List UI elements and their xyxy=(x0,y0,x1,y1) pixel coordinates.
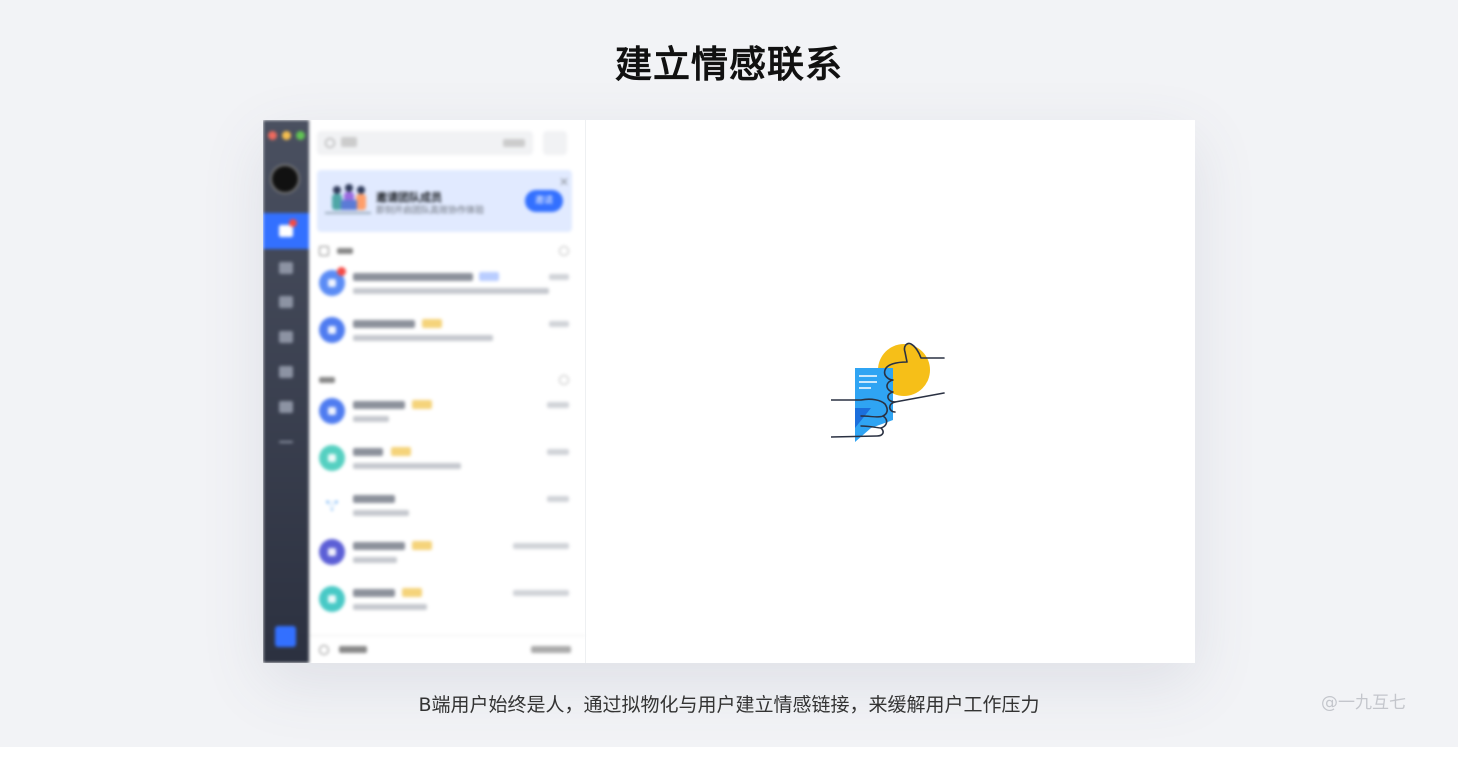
close-window-icon[interactable] xyxy=(268,131,277,140)
status-badge xyxy=(402,588,422,597)
list-item[interactable] xyxy=(317,437,573,481)
chat-time xyxy=(547,402,569,408)
maximize-window-icon[interactable] xyxy=(296,131,305,140)
sidebar-item-chat[interactable] xyxy=(263,213,309,249)
list-item[interactable] xyxy=(317,484,573,528)
search-input[interactable] xyxy=(317,131,533,155)
list-item[interactable] xyxy=(317,390,573,434)
list-item[interactable] xyxy=(317,262,573,306)
avatar xyxy=(319,539,345,565)
invite-button[interactable]: 邀请 xyxy=(525,190,563,212)
section-label xyxy=(319,377,335,383)
search-icon xyxy=(325,138,335,148)
avatar xyxy=(319,586,345,612)
list-item[interactable] xyxy=(317,578,573,622)
chat-name xyxy=(353,273,473,281)
team-illustration-icon xyxy=(325,184,371,214)
chat-time xyxy=(549,321,569,327)
chat-name xyxy=(353,589,395,597)
search-placeholder xyxy=(341,137,357,147)
status-badge xyxy=(412,400,432,409)
sidebar-item-video[interactable] xyxy=(263,250,309,286)
chat-preview xyxy=(353,288,549,294)
list-item[interactable] xyxy=(317,309,573,353)
invite-banner-subtitle: 即刻开启团队高效协作体验 xyxy=(376,206,485,216)
help-icon xyxy=(319,645,329,655)
chat-name xyxy=(353,542,405,550)
contacts-icon xyxy=(279,366,293,378)
chat-time xyxy=(549,274,569,280)
section-settings-icon[interactable] xyxy=(559,375,569,385)
chat-time xyxy=(513,590,569,596)
app-screenshot: 邀请团队成员 即刻开启团队高效协作体验 邀请 ✕ xyxy=(263,120,1195,663)
panel-divider xyxy=(585,120,586,663)
unread-badge xyxy=(337,267,346,276)
avatar xyxy=(319,317,345,343)
slide-background: 建立情感联系 邀请团队成员 即刻开启团队高效协作体验 邀请 ✕ B端用户始终是人… xyxy=(0,0,1458,747)
chat-time xyxy=(547,496,569,502)
chat-time xyxy=(547,449,569,455)
author-watermark: @一九互七 xyxy=(1321,693,1406,713)
page-title: 建立情感联系 xyxy=(615,43,843,86)
invite-banner: 邀请团队成员 即刻开启团队高效协作体验 邀请 ✕ xyxy=(317,170,572,232)
sidebar-item-calendar[interactable] xyxy=(263,284,309,320)
feishu-logo-icon xyxy=(326,501,338,511)
pin-icon xyxy=(319,246,329,256)
chat-name xyxy=(353,401,405,409)
section-header-recent[interactable] xyxy=(319,374,571,386)
avatar xyxy=(319,492,345,518)
more-icon xyxy=(279,441,293,443)
user-avatar[interactable] xyxy=(270,164,300,194)
create-button[interactable] xyxy=(543,131,567,155)
chat-list-panel: 邀请团队成员 即刻开启团队高效协作体验 邀请 ✕ xyxy=(309,120,585,663)
list-item[interactable] xyxy=(317,531,573,575)
close-icon[interactable]: ✕ xyxy=(559,176,569,188)
avatar xyxy=(319,398,345,424)
slide-caption: B端用户始终是人，通过拟物化与用户建立情感链接，来缓解用户工作压力 xyxy=(418,694,1040,716)
chat-preview xyxy=(353,604,427,610)
sidebar-item-more[interactable] xyxy=(263,424,309,460)
status-badge xyxy=(391,447,411,456)
thumbs-up-document-icon xyxy=(831,342,945,442)
footer-action[interactable] xyxy=(531,646,571,653)
sidebar-item-workplace[interactable] xyxy=(263,389,309,425)
blurred-app-panel: 邀请团队成员 即刻开启团队高效协作体验 邀请 ✕ xyxy=(263,120,585,663)
chat-preview xyxy=(353,463,461,469)
sidebar-item-docs[interactable] xyxy=(263,319,309,355)
calendar-icon xyxy=(279,296,293,308)
app-directory-icon[interactable] xyxy=(275,626,296,647)
status-badge xyxy=(412,541,432,550)
chat-list-footer[interactable] xyxy=(309,635,585,663)
chat-preview xyxy=(353,416,389,422)
video-icon xyxy=(279,262,293,274)
status-badge xyxy=(479,272,499,281)
footer-label xyxy=(339,646,367,653)
chat-name xyxy=(353,495,395,503)
section-label xyxy=(337,248,353,254)
status-badge xyxy=(422,319,442,328)
sidebar-item-contacts[interactable] xyxy=(263,354,309,390)
chat-time xyxy=(513,543,569,549)
avatar xyxy=(319,445,345,471)
section-header-pinned[interactable] xyxy=(319,245,571,257)
section-settings-icon[interactable] xyxy=(559,246,569,256)
chat-preview xyxy=(353,335,493,341)
minimize-window-icon[interactable] xyxy=(282,131,291,140)
unread-badge xyxy=(289,219,297,227)
app-sidebar xyxy=(263,120,309,663)
chat-name xyxy=(353,448,383,456)
window-controls xyxy=(268,131,305,140)
chat-name xyxy=(353,320,415,328)
workplace-icon xyxy=(279,401,293,413)
docs-icon xyxy=(279,331,293,343)
search-shortcut-hint xyxy=(503,139,525,147)
chat-preview xyxy=(353,510,409,516)
chat-preview xyxy=(353,557,397,563)
